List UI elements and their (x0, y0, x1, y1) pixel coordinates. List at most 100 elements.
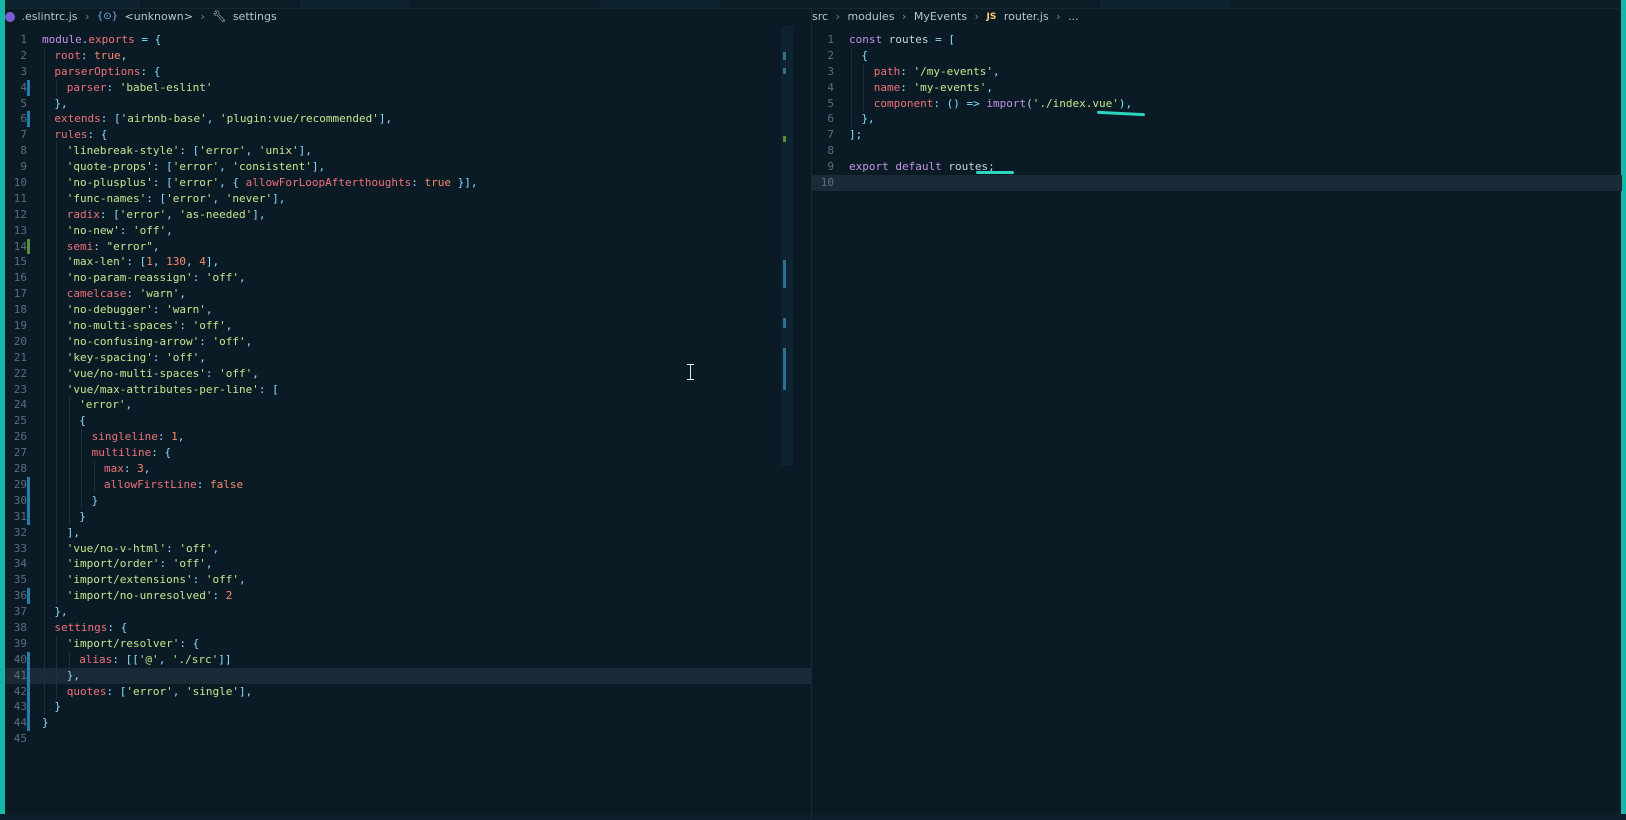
code-line[interactable]: 5 component: () => import('./index.vue'), (812, 95, 1622, 112)
code-line[interactable]: 1 const routes = [ (812, 32, 1622, 48)
git-change-marker (27, 492, 30, 509)
code-line[interactable]: 4 name: 'my-events', (812, 79, 1622, 96)
code-line[interactable]: 17 camelcase: 'warn', (5, 286, 811, 303)
line-number: 10 (820, 176, 834, 190)
indent-guide (81, 492, 83, 509)
code-line[interactable]: 33 'vue/no-v-html': 'off', (5, 540, 811, 557)
line-number: 6 (20, 112, 27, 126)
code-line[interactable]: 13 'no-new': 'off', (5, 222, 811, 239)
code-text: max: 3, (104, 462, 151, 476)
code-line[interactable]: 24 'error', (5, 397, 811, 414)
scrollbar[interactable] (781, 26, 793, 466)
code-line[interactable]: 19 'no-multi-spaces': 'off', (5, 318, 811, 334)
code-text: }, (54, 96, 68, 110)
code-text: 'import/extensions': 'off', (66, 573, 246, 587)
code-line[interactable]: 29 allowFirstLine: false (5, 476, 811, 493)
code-line[interactable]: 18 'no-debugger': 'warn', (5, 302, 811, 319)
code-line[interactable]: 6}, (812, 111, 1622, 128)
code-line[interactable]: 1 module.exports = { (5, 32, 811, 48)
code-line[interactable]: 9 export default routes; (812, 159, 1622, 175)
code-line[interactable]: 2{ (812, 47, 1622, 64)
code-line[interactable]: 3 parserOptions: { (5, 63, 811, 80)
code-line[interactable]: 7]; (812, 127, 1622, 143)
indent-guide (56, 79, 58, 96)
code-line[interactable]: 38 settings: { (5, 619, 811, 636)
code-line[interactable]: 40 alias: [['@', './src']] (5, 651, 811, 668)
indent-guide (44, 349, 45, 366)
code-line[interactable]: 27 multiline: { (5, 445, 811, 462)
breadcrumb-segment[interactable]: modules (847, 8, 894, 26)
line-number: 5 (20, 96, 27, 110)
code-line[interactable]: 43} (5, 699, 811, 716)
code-line[interactable]: 10 'no-plusplus': ['error', { allowForLoo… (5, 175, 811, 191)
code-line[interactable]: 42 quotes: ['error', 'single'], (5, 683, 811, 700)
indent-guide (68, 461, 70, 477)
code-text: 'no-plusplus': ['error', { allowForLoopA… (66, 176, 478, 190)
code-editor[interactable]: 1 const routes = [2{3 path: '/my-events', 4… (812, 32, 1622, 820)
code-line[interactable]: 25 { (5, 413, 811, 430)
code-line[interactable]: 23 'vue/max-attributes-per-line': [ (5, 381, 811, 398)
indent-guide (68, 651, 70, 668)
code-line[interactable]: 36 'import/no-unresolved': 2 (5, 588, 811, 605)
code-line[interactable]: 8 (812, 143, 1622, 159)
code-line[interactable]: 20 'no-confusing-arrow': 'off', (5, 333, 811, 350)
line-number: 40 (13, 652, 27, 666)
tab[interactable] (600, 0, 720, 8)
indent-guide (851, 47, 852, 64)
code-line[interactable]: 39 'import/resolver': { (5, 635, 811, 652)
code-text: radix: ['error', 'as-needed'], (66, 207, 266, 221)
code-line[interactable]: 6 extends: ['airbnb-base', 'plugin:vue/re… (5, 111, 811, 128)
line-number: 31 (13, 509, 27, 523)
breadcrumb-symbol[interactable]: <unknown> (125, 8, 193, 26)
indent-guide (93, 461, 95, 477)
code-line[interactable]: 14 semi: "error", (5, 238, 811, 255)
code-text: 'vue/max-attributes-per-line': [ (66, 382, 279, 396)
code-line[interactable]: 11 'func-names': ['error', 'never'], (5, 190, 811, 207)
indent-guide (44, 286, 45, 303)
code-line[interactable]: 37}, (5, 604, 811, 620)
indent-guide (56, 572, 58, 589)
symbol-icon: {⊙} (96, 11, 119, 22)
tab[interactable] (0, 0, 140, 8)
code-text: 'linebreak-style': ['error', 'unix'], (66, 144, 312, 158)
code-line[interactable]: 34 'import/order': 'off', (5, 556, 811, 573)
code-line[interactable]: 12 radix: ['error', 'as-needed'], (5, 206, 811, 223)
code-line[interactable]: 5}, (5, 95, 811, 112)
code-line[interactable]: 4 parser: 'babel-eslint' (5, 79, 811, 96)
code-line[interactable]: 41}, (5, 667, 811, 684)
breadcrumb-tail[interactable]: ... (1068, 8, 1079, 26)
code-text: rules: { (54, 128, 108, 142)
code-line[interactable]: 44} (5, 715, 811, 732)
line-number: 41 (13, 668, 27, 682)
code-line[interactable]: 15 'max-len': [1, 130, 4], (5, 254, 811, 271)
code-line[interactable]: 35 'import/extensions': 'off', (5, 572, 811, 589)
indent-guide (56, 175, 58, 191)
breadcrumb-file[interactable]: .eslintrc.js (22, 8, 78, 26)
code-text: 'max-len': [1, 130, 4], (66, 255, 220, 269)
code-line[interactable]: 26 singleline: 1, (5, 429, 811, 446)
code-line[interactable]: 3 path: '/my-events', (812, 63, 1622, 80)
code-line[interactable]: 8 'linebreak-style': ['error', 'unix'], (5, 143, 811, 160)
code-line[interactable]: 32], (5, 524, 811, 541)
code-line[interactable]: 28 max: 3, (5, 461, 811, 477)
code-line[interactable]: 16 'no-param-reassign': 'off', (5, 270, 811, 287)
line-number: 35 (13, 573, 27, 587)
code-line[interactable]: 10 (812, 175, 1622, 191)
indent-guide (56, 461, 58, 477)
breadcrumb-subsymbol[interactable]: settings (233, 8, 277, 26)
code-line[interactable]: 2 root: true, (5, 47, 811, 64)
code-line[interactable]: 9 'quote-props': ['error', 'consistent'], (5, 159, 811, 176)
breadcrumb-segment[interactable]: MyEvents (914, 8, 967, 26)
code-editor[interactable]: 1 module.exports = {2 root: true, 3 parserOp… (5, 32, 811, 820)
indent-guide (56, 635, 58, 652)
tab[interactable] (1100, 0, 1230, 8)
code-line[interactable]: 7 rules: { (5, 127, 811, 144)
indent-guide (44, 683, 45, 700)
breadcrumb-segment[interactable]: src (812, 8, 828, 26)
code-text: camelcase: 'warn', (66, 287, 187, 301)
tab[interactable] (300, 0, 410, 8)
breadcrumb-file[interactable]: router.js (1004, 8, 1049, 26)
code-line[interactable]: 30} (5, 492, 811, 509)
code-line[interactable]: 45 (5, 731, 811, 747)
code-line[interactable]: 31} (5, 508, 811, 525)
